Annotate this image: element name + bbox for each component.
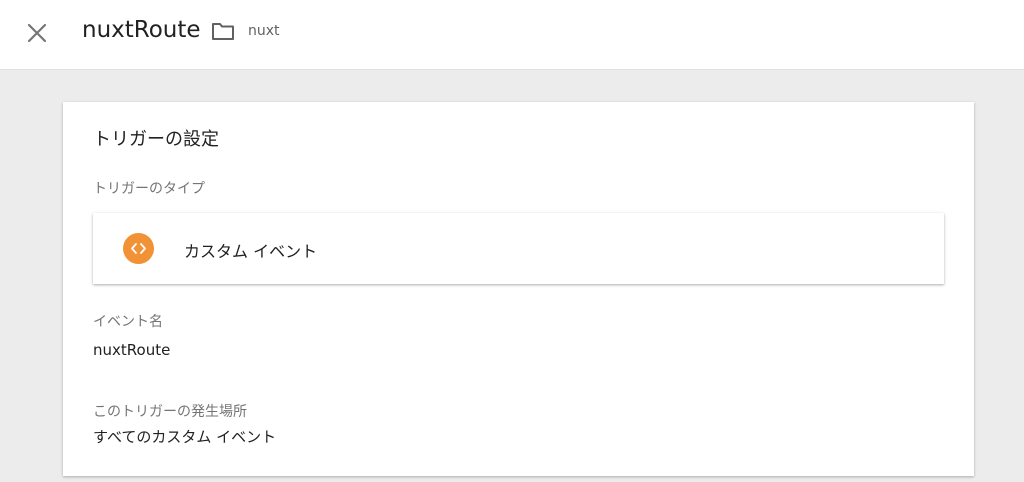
fires-on-value: すべてのカスタム イベント — [93, 428, 277, 446]
event-name-label: イベント名 — [93, 314, 163, 330]
folder-icon — [210, 18, 236, 44]
trigger-type-label: トリガーのタイプ — [93, 181, 205, 197]
trigger-config-card: トリガーの設定 トリガーのタイプ カスタム イベント イベント名 nuxtRou… — [63, 102, 974, 476]
top-bar: nuxtRoute nuxt — [0, 0, 1024, 70]
trigger-type-selector[interactable]: カスタム イベント — [93, 213, 944, 284]
folder-name[interactable]: nuxt — [248, 23, 280, 39]
close-icon[interactable] — [22, 18, 52, 48]
card-heading: トリガーの設定 — [93, 129, 219, 150]
fires-on-label: このトリガーの発生場所 — [93, 404, 247, 420]
event-name-value: nuxtRoute — [93, 341, 171, 359]
code-icon — [123, 233, 154, 264]
page-title: nuxtRoute — [82, 17, 201, 43]
trigger-type-value: カスタム イベント — [184, 242, 318, 261]
